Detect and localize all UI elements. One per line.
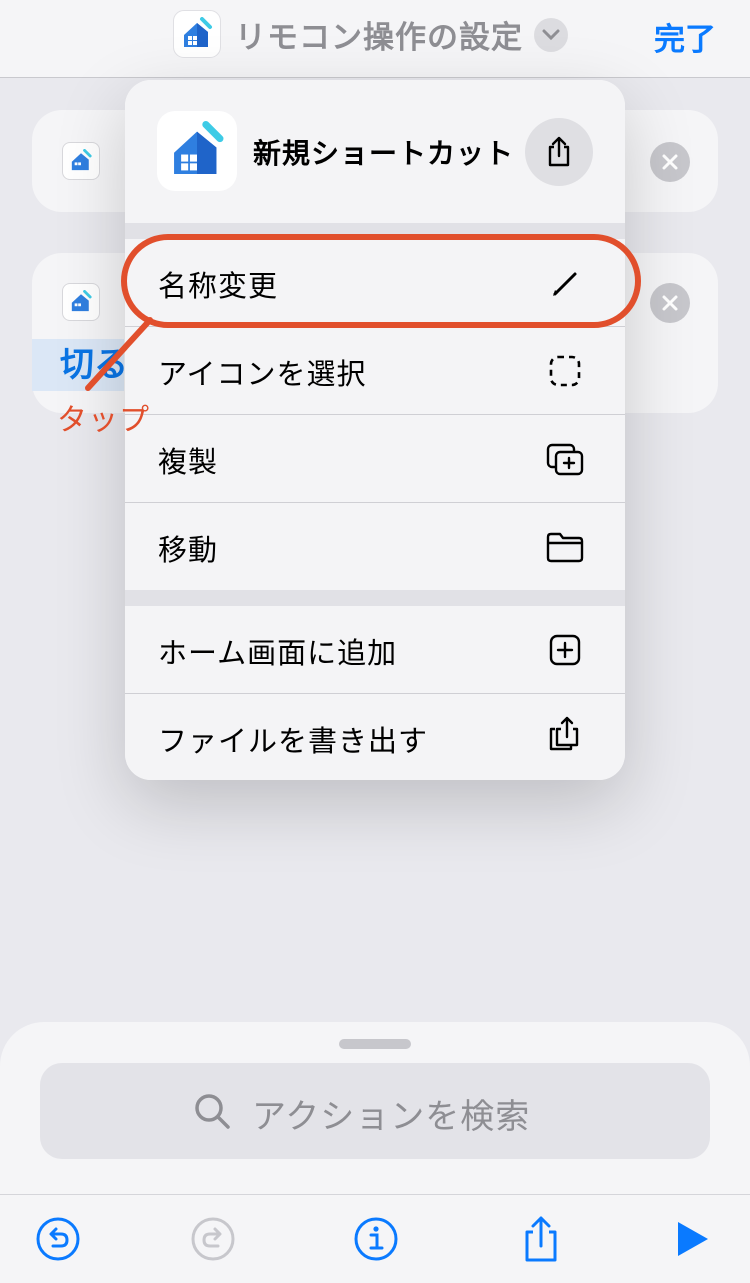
info-icon (354, 1217, 398, 1261)
share-icon (548, 136, 570, 167)
remove-action-button[interactable] (650, 142, 690, 182)
shortcut-app-icon (157, 111, 237, 191)
menu-item-label: 複製 (158, 445, 219, 479)
plus-square-icon (549, 634, 581, 666)
share-icon (525, 1216, 557, 1262)
menu-item-export-file[interactable]: ファイルを書き出す (125, 694, 625, 780)
menu-item-move[interactable]: 移動 (125, 503, 625, 590)
action-sheet: アクションを検索 (0, 1022, 750, 1283)
folder-icon (546, 532, 584, 563)
sheet-grabber[interactable] (339, 1039, 411, 1049)
menu-item-label: ホーム画面に追加 (158, 636, 398, 670)
done-button[interactable]: 完了 (654, 14, 716, 59)
navigation-bar: リモコン操作の設定 完了 (0, 0, 750, 78)
redo-icon (191, 1217, 235, 1261)
chevron-down-icon[interactable] (534, 18, 568, 52)
shortcut-small-icon (62, 142, 100, 180)
undo-icon (36, 1217, 80, 1261)
menu-item-choose-icon[interactable]: アイコンを選択 (125, 327, 625, 414)
menu-item-add-to-home-screen[interactable]: ホーム画面に追加 (125, 606, 625, 693)
share-button[interactable] (525, 118, 593, 186)
shortcut-name: 新規ショートカット (253, 137, 515, 170)
run-button[interactable] (668, 1215, 716, 1263)
export-icon (549, 716, 579, 751)
shortcut-small-icon (62, 283, 100, 321)
duplicate-icon (546, 443, 584, 476)
tap-annotation-label: タップ (57, 403, 150, 438)
share-button[interactable] (517, 1215, 565, 1263)
info-button[interactable] (352, 1215, 400, 1263)
search-icon (195, 1094, 230, 1129)
dashed-square-icon (549, 355, 581, 387)
menu-section-separator (125, 590, 625, 606)
menu-item-duplicate[interactable]: 複製 (125, 415, 625, 502)
shortcut-app-icon[interactable] (173, 10, 221, 58)
tap-highlight-ring (121, 234, 641, 328)
variable-token[interactable]: 切る (32, 339, 124, 391)
redo-button[interactable] (189, 1215, 237, 1263)
play-icon (678, 1222, 708, 1256)
search-input[interactable]: アクションを検索 (40, 1063, 710, 1159)
shortcut-context-menu: 新規ショートカット 名称変更 アイコンを選択 複製 移動 ホーム画面に追加 ファ… (125, 80, 625, 780)
bottom-toolbar (0, 1194, 750, 1283)
menu-item-label: アイコンを選択 (158, 357, 367, 391)
undo-button[interactable] (34, 1215, 82, 1263)
menu-header: 新規ショートカット (125, 80, 625, 223)
remove-action-button[interactable] (650, 283, 690, 323)
shortcut-title[interactable]: リモコン操作の設定 (235, 12, 523, 57)
menu-item-label: ファイルを書き出す (158, 724, 429, 758)
search-placeholder: アクションを検索 (252, 1097, 531, 1137)
menu-item-label: 移動 (158, 533, 219, 567)
